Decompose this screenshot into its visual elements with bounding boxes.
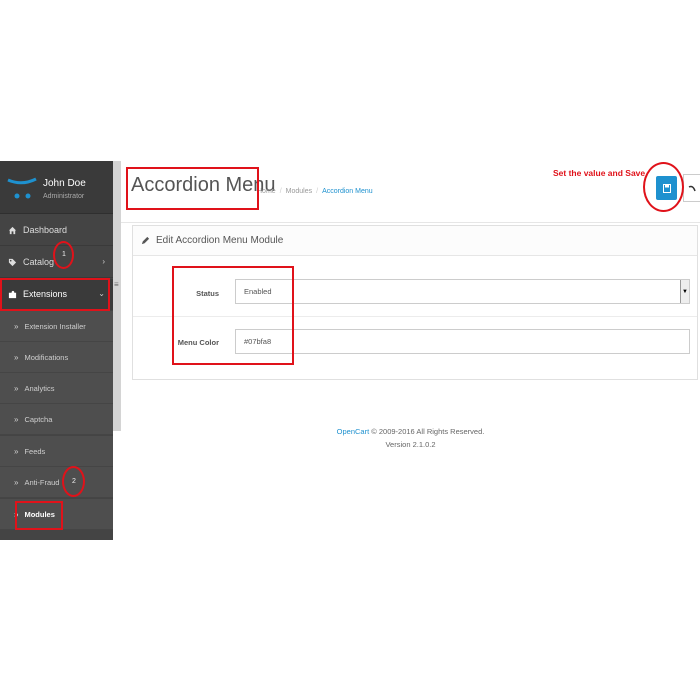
home-icon: [6, 226, 18, 235]
tag-icon: [6, 258, 18, 267]
footer-copyright-line: OpenCart © 2009-2016 All Rights Reserved…: [121, 425, 700, 438]
caret-down-icon: ▼: [680, 280, 689, 303]
footer-copyright: © 2009-2016 All Rights Reserved.: [369, 427, 485, 436]
sidebar: John Doe Administrator Dashboard Catalog…: [0, 161, 113, 540]
highlight-form-fields: [172, 266, 294, 365]
highlight-modules: [15, 501, 63, 530]
panel-heading: Edit Accordion Menu Module: [133, 226, 697, 256]
breadcrumb-separator: /: [316, 188, 319, 195]
chevron-right-icon: ›: [102, 257, 105, 266]
breadcrumb: Home / Modules / Accordion Menu: [257, 188, 373, 195]
reply-icon: [688, 185, 696, 191]
sidebar-subitem-analytics[interactable]: » Analytics: [0, 373, 113, 404]
opencart-logo-icon: [7, 177, 37, 199]
double-chevron-icon: »: [14, 383, 19, 393]
sidebar-subitem-feeds[interactable]: » Feeds: [0, 436, 113, 467]
breadcrumb-modules[interactable]: Modules: [286, 188, 312, 195]
sidebar-subitem-label: Anti-Fraud: [24, 477, 60, 487]
sidebar-subitem-anti-fraud[interactable]: » Anti-Fraud: [0, 467, 113, 498]
sidebar-subitem-label: Feeds: [24, 446, 46, 456]
profile-role: Administrator: [43, 193, 85, 200]
instruction-annotation: Set the value and Save: [553, 168, 646, 178]
double-chevron-icon: »: [14, 321, 19, 331]
double-chevron-icon: »: [14, 446, 19, 456]
footer: OpenCart © 2009-2016 All Rights Reserved…: [121, 425, 700, 451]
breadcrumb-current[interactable]: Accordion Menu: [322, 188, 373, 195]
sidebar-subitem-modifications[interactable]: » Modifications: [0, 342, 113, 373]
highlight-step-2: 2: [62, 466, 85, 497]
highlight-save-button: [643, 162, 684, 212]
status-select[interactable]: Enabled ▼: [235, 279, 690, 304]
user-profile[interactable]: John Doe Administrator: [0, 161, 113, 214]
sidebar-subitem-label: Captcha: [24, 414, 53, 424]
breadcrumb-separator: /: [279, 188, 282, 195]
breadcrumb-home[interactable]: Home: [257, 188, 276, 195]
double-chevron-icon: »: [14, 477, 19, 487]
sidebar-subitem-extension-installer[interactable]: » Extension Installer: [0, 311, 113, 342]
panel-title: Edit Accordion Menu Module: [156, 235, 284, 246]
step-2-number: 2: [72, 478, 76, 485]
menu-toggle-icon[interactable]: ≡: [114, 280, 119, 289]
sidebar-scrollbar[interactable]: [113, 161, 121, 431]
sidebar-subitem-captcha[interactable]: » Captcha: [0, 404, 113, 435]
sidebar-subitem-label: Analytics: [24, 383, 55, 393]
double-chevron-icon: »: [14, 352, 19, 362]
profile-name: John Doe: [43, 178, 86, 189]
step-1-number: 1: [62, 251, 66, 258]
footer-version: Version 2.1.0.2: [385, 440, 436, 449]
sidebar-item-label: Dashboard: [23, 225, 68, 235]
sidebar-subitem-label: Modifications: [24, 352, 69, 362]
sidebar-subitem-label: Extension Installer: [24, 321, 86, 331]
sidebar-item-dashboard[interactable]: Dashboard: [0, 215, 113, 246]
highlight-extensions: [0, 278, 110, 311]
highlight-page-title: [126, 167, 259, 210]
back-button[interactable]: [683, 174, 700, 202]
menu-color-input[interactable]: #07bfa8: [235, 329, 690, 354]
double-chevron-icon: »: [14, 414, 19, 424]
footer-brand-link[interactable]: OpenCart: [337, 427, 370, 436]
highlight-step-1: 1: [53, 241, 74, 269]
pencil-icon: [141, 236, 150, 245]
sidebar-item-label: Catalog: [23, 257, 55, 267]
